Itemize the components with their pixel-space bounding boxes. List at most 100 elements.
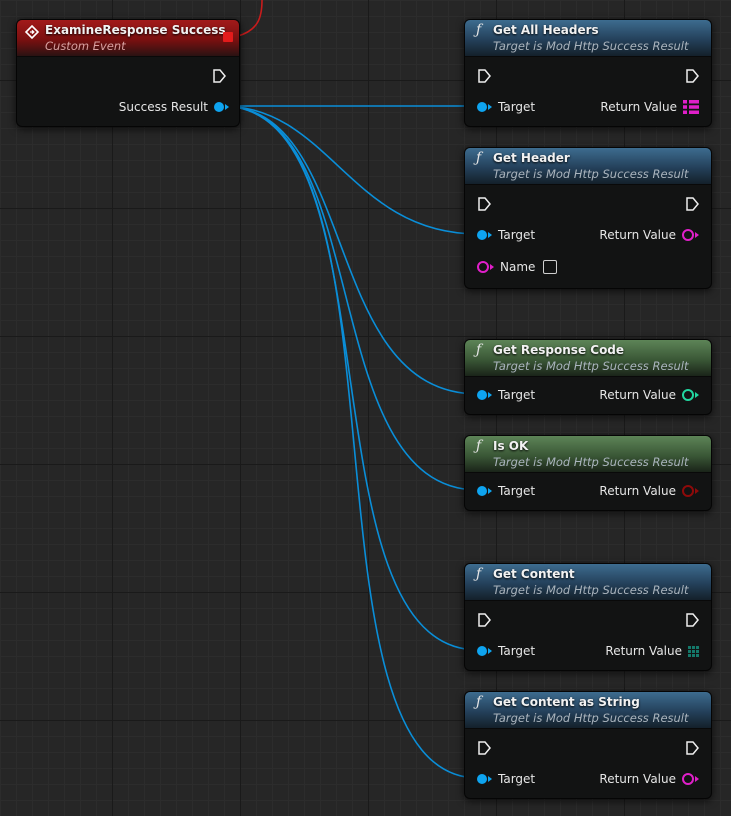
success-result-output-pin[interactable]: Success Result [119, 97, 229, 117]
function-icon: ƒ [476, 342, 482, 358]
target-label: Target [498, 388, 536, 402]
function-node-subtitle: Target is Mod Http Success Result [493, 583, 689, 597]
return-value-output-pin[interactable]: Return Value [599, 225, 699, 245]
success-result-label: Success Result [118, 100, 208, 114]
pin-arrow-icon [488, 104, 492, 110]
pin-arrow-icon [488, 232, 492, 238]
wire-to-is-ok[interactable] [221, 105, 479, 491]
target-input-pin[interactable]: Target [477, 385, 535, 405]
pin-arrow-icon [225, 104, 229, 110]
function-node-title: Get Response Code [493, 343, 625, 357]
exec-out-pin-icon[interactable] [685, 740, 699, 756]
function-node-subtitle: Target is Mod Http Success Result [493, 359, 689, 373]
integer-ring-icon[interactable] [682, 389, 694, 401]
return-value-label: Return Value [605, 644, 682, 658]
function-node-header[interactable]: ƒ Get All Headers Target is Mod Http Suc… [465, 20, 711, 57]
function-node-subtitle: Target is Mod Http Success Result [493, 167, 689, 181]
return-value-label: Return Value [599, 228, 676, 242]
target-input-pin[interactable]: Target [477, 97, 535, 117]
return-value-label: Return Value [599, 388, 676, 402]
function-node-get-header[interactable]: ƒ Get Header Target is Mod Http Success … [464, 147, 712, 289]
function-node-get-content[interactable]: ƒ Get Content Target is Mod Http Success… [464, 563, 712, 671]
event-node-subtitle: Custom Event [45, 39, 126, 53]
object-pin-icon[interactable] [477, 102, 487, 112]
custom-event-diamond-icon [25, 25, 39, 39]
function-node-title: Get Content as String [493, 695, 640, 709]
pin-arrow-icon [488, 776, 492, 782]
function-node-subtitle: Target is Mod Http Success Result [493, 39, 689, 53]
object-pin-icon[interactable] [477, 390, 487, 400]
return-value-label: Return Value [599, 772, 676, 786]
object-pin-icon[interactable] [214, 102, 224, 112]
return-value-output-pin[interactable]: Return Value [605, 641, 699, 661]
string-ring-icon[interactable] [477, 261, 489, 273]
function-node-header[interactable]: ƒ Get Content as String Target is Mod Ht… [465, 692, 711, 729]
target-label: Target [498, 644, 536, 658]
object-pin-icon[interactable] [477, 230, 487, 240]
map-grid-icon[interactable] [683, 100, 699, 114]
wire-to-get-header[interactable] [221, 105, 479, 235]
target-input-pin[interactable]: Target [477, 481, 535, 501]
event-node-header[interactable]: ExamineResponse Success Custom Event [17, 20, 239, 57]
pin-arrow-icon [488, 392, 492, 398]
string-ring-icon[interactable] [682, 773, 694, 785]
function-node-get-response-code[interactable]: ƒ Get Response Code Target is Mod Http S… [464, 339, 712, 415]
target-input-pin[interactable]: Target [477, 225, 535, 245]
exec-in-pin-icon[interactable] [477, 612, 491, 628]
target-label: Target [498, 228, 536, 242]
target-input-pin[interactable]: Target [477, 641, 535, 661]
name-input-pin[interactable]: Name [477, 257, 558, 277]
exec-out-pin-icon[interactable] [685, 68, 699, 84]
return-value-output-pin[interactable]: Return Value [599, 385, 699, 405]
event-node-title: ExamineResponse Success [45, 23, 226, 37]
object-pin-icon[interactable] [477, 646, 487, 656]
wire-to-get-response-code[interactable] [221, 105, 479, 395]
pin-arrow-icon [490, 264, 494, 270]
function-icon: ƒ [476, 22, 482, 38]
return-value-output-pin[interactable]: Return Value [599, 481, 699, 501]
pin-arrow-icon [488, 488, 492, 494]
return-value-output-pin[interactable]: Return Value [600, 97, 699, 117]
wire-to-get-content[interactable] [221, 105, 479, 651]
target-label: Target [498, 484, 536, 498]
exec-in-pin-icon[interactable] [477, 740, 491, 756]
return-value-output-pin[interactable]: Return Value [599, 769, 699, 789]
delegate-pin-icon[interactable] [223, 32, 233, 42]
boolean-ring-icon[interactable] [682, 485, 694, 497]
exec-out-pin-icon[interactable] [685, 196, 699, 212]
return-value-label: Return Value [599, 484, 676, 498]
target-input-pin[interactable]: Target [477, 769, 535, 789]
event-node-examine-response-success[interactable]: ExamineResponse Success Custom Event Suc… [16, 19, 240, 127]
target-label: Target [498, 772, 536, 786]
function-node-header[interactable]: ƒ Is OK Target is Mod Http Success Resul… [465, 436, 711, 473]
target-label: Target [498, 100, 536, 114]
wire-to-get-content-as-string[interactable] [221, 105, 479, 779]
function-node-get-all-headers[interactable]: ƒ Get All Headers Target is Mod Http Suc… [464, 19, 712, 127]
function-icon: ƒ [476, 150, 482, 166]
pin-arrow-icon [695, 776, 699, 782]
function-node-header[interactable]: ƒ Get Content Target is Mod Http Success… [465, 564, 711, 601]
exec-in-pin-icon[interactable] [477, 196, 491, 212]
function-node-title: Get Header [493, 151, 570, 165]
exec-in-pin-icon[interactable] [477, 68, 491, 84]
pin-arrow-icon [695, 232, 699, 238]
object-pin-icon[interactable] [477, 486, 487, 496]
exec-out-pin-icon[interactable] [212, 68, 226, 84]
function-icon: ƒ [476, 438, 482, 454]
name-label: Name [500, 260, 536, 274]
exec-wire-incoming [237, 0, 263, 37]
function-node-subtitle: Target is Mod Http Success Result [493, 711, 689, 725]
byte-array-grid-icon[interactable] [688, 645, 699, 657]
function-icon: ƒ [476, 694, 482, 710]
function-node-header[interactable]: ƒ Get Response Code Target is Mod Http S… [465, 340, 711, 377]
function-node-get-content-as-string[interactable]: ƒ Get Content as String Target is Mod Ht… [464, 691, 712, 799]
name-text-input[interactable] [543, 260, 558, 274]
function-node-is-ok[interactable]: ƒ Is OK Target is Mod Http Success Resul… [464, 435, 712, 511]
exec-out-pin-icon[interactable] [685, 612, 699, 628]
function-node-title: Get All Headers [493, 23, 599, 37]
function-icon: ƒ [476, 566, 482, 582]
string-ring-icon[interactable] [682, 229, 694, 241]
function-node-header[interactable]: ƒ Get Header Target is Mod Http Success … [465, 148, 711, 185]
object-pin-icon[interactable] [477, 774, 487, 784]
function-node-title: Get Content [493, 567, 575, 581]
